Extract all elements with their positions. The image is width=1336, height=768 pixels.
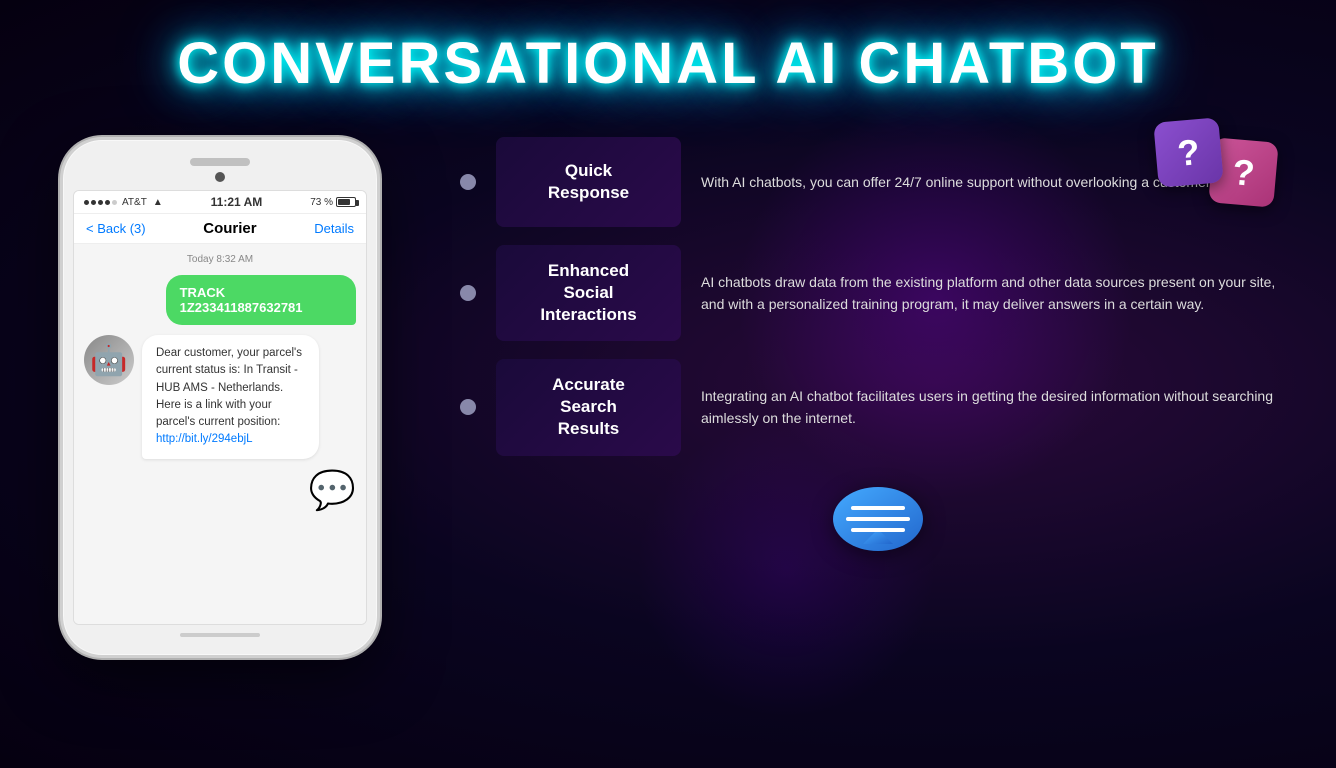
status-time: 11:21 AM — [211, 195, 263, 209]
question-icon-1: ? — [1153, 117, 1223, 187]
feature-desc-3: Integrating an AI chatbot facilitates us… — [701, 385, 1296, 430]
battery-fill — [338, 199, 350, 205]
chat-date: Today 8:32 AM — [84, 254, 356, 265]
phone-camera — [215, 172, 225, 182]
chat-bubble-area — [460, 484, 1296, 559]
phone-container: AT&T ▲ 11:21 AM 73 % < Back ( — [60, 137, 430, 658]
feature-card-1: QuickResponse — [496, 137, 681, 227]
status-bar: AT&T ▲ 11:21 AM 73 % — [74, 191, 366, 214]
parcel-link[interactable]: http://bit.ly/294ebjL — [156, 433, 253, 445]
page-title: CONVERSATIONAL AI CHATBOT — [0, 0, 1336, 97]
phone-screen: AT&T ▲ 11:21 AM 73 % < Back ( — [73, 190, 367, 625]
page-wrapper: CONVERSATIONAL AI CHATBOT ? ? — [0, 0, 1336, 768]
signal-dot — [91, 200, 96, 205]
feature-row-3: AccurateSearchResults Integrating an AI … — [460, 359, 1296, 455]
phone-speaker — [190, 158, 250, 166]
feature-desc-2: AI chatbots draw data from the existing … — [701, 271, 1296, 316]
nav-title: Courier — [203, 220, 256, 237]
wifi-icon: ▲ — [153, 197, 163, 208]
carrier-info: AT&T ▲ — [84, 197, 163, 208]
feature-title-3: AccurateSearchResults — [552, 374, 625, 440]
signal-dot — [84, 200, 89, 205]
sent-message: TRACK1Z233411887632781 — [166, 275, 356, 325]
chat-bubble-icon — [828, 484, 928, 559]
feature-title-2: EnhancedSocialInteractions — [540, 260, 636, 326]
signal-dot — [98, 200, 103, 205]
question-icons: ? ? — [1156, 120, 1276, 205]
battery-bar — [336, 197, 356, 207]
battery-info: 73 % — [310, 197, 356, 208]
carrier-label: AT&T — [122, 197, 147, 208]
received-message: Dear customer, your parcel's current sta… — [142, 335, 319, 459]
chat-emoji: 💬 — [84, 469, 356, 513]
feature-dot-3 — [460, 399, 476, 415]
feature-title-1: QuickResponse — [548, 160, 629, 204]
nav-bar: < Back (3) Courier Details — [74, 214, 366, 244]
phone-mockup: AT&T ▲ 11:21 AM 73 % < Back ( — [60, 137, 380, 658]
content-area: AT&T ▲ 11:21 AM 73 % < Back ( — [0, 107, 1336, 678]
chat-area: Today 8:32 AM TRACK1Z233411887632781 🤖 D… — [74, 244, 366, 624]
robot-icon: 🤖 — [90, 343, 127, 378]
feature-dot-1 — [460, 174, 476, 190]
feature-card-2: EnhancedSocialInteractions — [496, 245, 681, 341]
feature-row-2: EnhancedSocialInteractions AI chatbots d… — [460, 245, 1296, 341]
feature-card-3: AccurateSearchResults — [496, 359, 681, 455]
signal-dots — [84, 200, 117, 205]
signal-dot — [105, 200, 110, 205]
bot-avatar: 🤖 — [84, 335, 134, 385]
nav-back[interactable]: < Back (3) — [86, 221, 146, 236]
received-message-wrapper: 🤖 Dear customer, your parcel's current s… — [84, 335, 356, 459]
battery-pct: 73 % — [310, 197, 333, 208]
signal-dot-empty — [112, 200, 117, 205]
nav-details[interactable]: Details — [314, 221, 354, 236]
phone-home-bar — [180, 633, 260, 637]
feature-dot-2 — [460, 285, 476, 301]
